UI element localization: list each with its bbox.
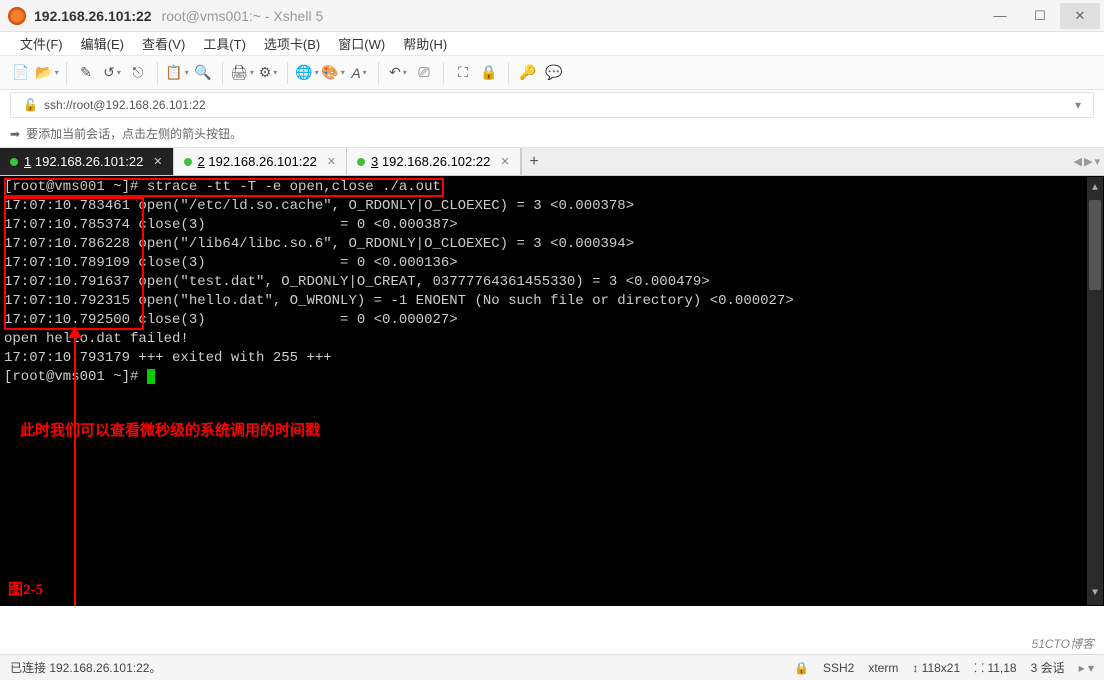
tab-index: 1 bbox=[24, 154, 31, 169]
new-tab-button[interactable]: + bbox=[521, 148, 547, 175]
menu-view[interactable]: 查看(V) bbox=[136, 32, 191, 55]
status-connection: 已连接 192.168.26.101:22。 bbox=[10, 659, 161, 676]
menu-file[interactable]: 文件(F) bbox=[14, 32, 69, 55]
hint-bar: ➡ 要添加当前会话，点击左侧的箭头按钮。 bbox=[0, 120, 1104, 148]
figure-label: 图2-5 bbox=[8, 581, 43, 600]
hint-arrow-icon[interactable]: ➡ bbox=[10, 127, 20, 141]
title-bar: 192.168.26.101:22 root@vms001:~ - Xshell… bbox=[0, 0, 1104, 32]
edit-icon[interactable]: ✎ bbox=[75, 62, 97, 84]
terminal-line: 17:07:10.793179 +++ exited with 255 +++ bbox=[4, 350, 332, 366]
shell-prompt: [root@vms001 ~]# bbox=[4, 179, 147, 195]
tab-close-icon[interactable]: ✕ bbox=[500, 155, 509, 168]
cursor-icon bbox=[147, 369, 155, 384]
properties-icon[interactable]: ⚙ bbox=[257, 62, 279, 84]
separator bbox=[443, 62, 444, 84]
maximize-button[interactable]: ☐ bbox=[1020, 3, 1060, 29]
tab-label: 192.168.26.101:22 bbox=[35, 154, 143, 169]
terminal-line: 17:07:10.783461 open("/etc/ld.so.cache",… bbox=[4, 198, 634, 214]
tab-nav-left-icon[interactable]: ◀ bbox=[1074, 155, 1082, 168]
clear-icon[interactable]: ⎚ bbox=[413, 62, 435, 84]
terminal-line: 17:07:10.789109 close(3) = 0 <0.000136> bbox=[4, 255, 458, 271]
status-bar: 已连接 192.168.26.101:22。 🔒 SSH2 xterm ↕ 11… bbox=[0, 654, 1104, 680]
find-icon[interactable]: 🔍 bbox=[192, 62, 214, 84]
status-dot-icon bbox=[184, 158, 192, 166]
menu-window[interactable]: 窗口(W) bbox=[332, 32, 391, 55]
separator bbox=[222, 62, 223, 84]
terminal-line: 17:07:10.785374 close(3) = 0 <0.000387> bbox=[4, 217, 458, 233]
disconnect-icon[interactable]: ⎋ bbox=[127, 62, 149, 84]
ssh-lock-icon: 🔒 bbox=[794, 661, 809, 675]
tab-session-3[interactable]: 3 192.168.26.102:22 ✕ bbox=[347, 148, 521, 175]
close-button[interactable]: ✕ bbox=[1060, 3, 1100, 29]
tab-close-icon[interactable]: ✕ bbox=[153, 155, 162, 168]
terminal-line: 17:07:10.792500 close(3) = 0 <0.000027> bbox=[4, 312, 458, 328]
window-title-suffix: root@vms001:~ - Xshell 5 bbox=[162, 8, 324, 24]
menu-tabs[interactable]: 选项卡(B) bbox=[258, 32, 326, 55]
main-toolbar: 📄 📂 ✎ ↺ ⎋ 📋 🔍 🖨 ⚙ 🌐 🎨 A ↶ ⎚ ⛶ 🔒 🔑 💬 bbox=[0, 56, 1104, 90]
tab-label: 192.168.26.101:22 bbox=[208, 154, 316, 169]
shell-command: strace -tt -T -e open,close ./a.out bbox=[147, 179, 441, 195]
annotation-text: 此时我们可以查看微秒级的系统调用的时间戳 bbox=[20, 422, 320, 441]
new-session-icon[interactable]: 📄 bbox=[10, 62, 32, 84]
menu-help[interactable]: 帮助(H) bbox=[397, 32, 453, 55]
watermark-text: 51CTO博客 bbox=[1032, 635, 1094, 652]
fullscreen-icon[interactable]: ⛶ bbox=[452, 62, 474, 84]
scroll-up-icon[interactable]: ▲ bbox=[1092, 179, 1098, 198]
open-icon[interactable]: 📂 bbox=[36, 62, 58, 84]
app-icon bbox=[8, 7, 26, 25]
status-sessions: 3 会话 bbox=[1031, 659, 1065, 676]
tab-session-2[interactable]: 2 192.168.26.101:22 ✕ bbox=[174, 148, 348, 175]
history-icon[interactable]: ↶ bbox=[387, 62, 409, 84]
menu-tools[interactable]: 工具(T) bbox=[197, 32, 252, 55]
separator bbox=[287, 62, 288, 84]
scroll-thumb[interactable] bbox=[1089, 200, 1101, 290]
status-dot-icon bbox=[10, 158, 18, 166]
address-dropdown-icon[interactable]: ▾ bbox=[1075, 98, 1081, 112]
lock-icon[interactable]: 🔒 bbox=[478, 62, 500, 84]
terminal-line: 17:07:10.792315 open("hello.dat", O_WRON… bbox=[4, 293, 794, 309]
minimize-button[interactable]: — bbox=[980, 3, 1020, 29]
status-protocol: SSH2 bbox=[823, 661, 854, 675]
terminal-output[interactable]: [root@vms001 ~]# strace -tt -T -e open,c… bbox=[0, 176, 1104, 606]
keys-icon[interactable]: 🔑 bbox=[517, 62, 539, 84]
chat-icon[interactable]: 💬 bbox=[543, 62, 565, 84]
session-tab-strip: 1 192.168.26.101:22 ✕ 2 192.168.26.101:2… bbox=[0, 148, 1104, 176]
separator bbox=[508, 62, 509, 84]
status-cursor-pos: 11,18 bbox=[987, 661, 1016, 675]
shell-prompt: [root@vms001 ~]# bbox=[4, 369, 147, 385]
separator bbox=[66, 62, 67, 84]
print-icon[interactable]: 🖨 bbox=[231, 62, 253, 84]
separator bbox=[378, 62, 379, 84]
globe-icon[interactable]: 🌐 bbox=[296, 62, 318, 84]
address-bar[interactable]: 🔓 ssh://root@192.168.26.101:22 ▾ bbox=[10, 92, 1094, 118]
window-title-host: 192.168.26.101:22 bbox=[34, 8, 152, 24]
status-size: 118x21 bbox=[922, 661, 960, 675]
status-more-icon[interactable]: ▸ ▾ bbox=[1079, 661, 1094, 675]
terminal-line: open hello.dat failed! bbox=[4, 331, 189, 347]
scroll-down-icon[interactable]: ▼ bbox=[1092, 584, 1098, 603]
copy-icon[interactable]: 📋 bbox=[166, 62, 188, 84]
tab-close-icon[interactable]: ✕ bbox=[327, 155, 336, 168]
terminal-line: 17:07:10.786228 open("/lib64/libc.so.6",… bbox=[4, 236, 634, 252]
tab-nav-right-icon[interactable]: ▶ bbox=[1084, 155, 1092, 168]
separator bbox=[157, 62, 158, 84]
color-icon[interactable]: 🎨 bbox=[322, 62, 344, 84]
tab-label: 192.168.26.102:22 bbox=[382, 154, 490, 169]
reconnect-icon[interactable]: ↺ bbox=[101, 62, 123, 84]
lock-small-icon: 🔓 bbox=[23, 98, 38, 112]
tab-session-1[interactable]: 1 192.168.26.101:22 ✕ bbox=[0, 148, 174, 175]
terminal-scrollbar[interactable]: ▲ ▼ bbox=[1087, 177, 1103, 605]
menu-bar: 文件(F) 编辑(E) 查看(V) 工具(T) 选项卡(B) 窗口(W) 帮助(… bbox=[0, 32, 1104, 56]
address-url[interactable]: ssh://root@192.168.26.101:22 bbox=[44, 98, 206, 112]
tab-index: 2 bbox=[198, 154, 205, 169]
hint-text: 要添加当前会话，点击左侧的箭头按钮。 bbox=[26, 125, 242, 142]
terminal-line: 17:07:10.791637 open("test.dat", O_RDONL… bbox=[4, 274, 710, 290]
status-termtype: xterm bbox=[868, 661, 898, 675]
menu-edit[interactable]: 编辑(E) bbox=[75, 32, 130, 55]
font-icon[interactable]: A bbox=[348, 62, 370, 84]
status-dot-icon bbox=[357, 158, 365, 166]
tab-index: 3 bbox=[371, 154, 378, 169]
tab-nav-menu-icon[interactable]: ▾ bbox=[1094, 155, 1100, 168]
